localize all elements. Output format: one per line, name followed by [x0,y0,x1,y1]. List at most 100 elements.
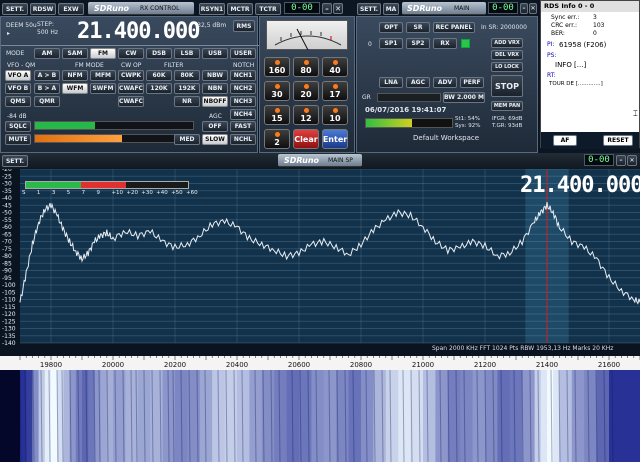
enter-button[interactable]: Enter [322,129,348,149]
ma-button[interactable]: MA [383,3,399,15]
mode-am[interactable]: AM [34,48,60,59]
nch4-button[interactable]: NCH4 [230,109,256,120]
nch1-button[interactable]: NCH1 [230,70,256,81]
spectrum-area[interactable]: -20 -25 -30 -35 -40 -45 -50 -55 -60 -65 -70 -75 -80-… [0,169,640,356]
opt-button[interactable]: OPT [379,22,403,33]
agc-med-button[interactable]: MED [174,134,200,145]
exw-button[interactable]: EXW [58,3,84,15]
sett-button[interactable]: SETT. [2,3,28,15]
mctr-button[interactable]: MCTR [227,3,253,15]
key-6[interactable]: 17 [322,81,348,101]
key-4[interactable]: 30 [264,81,290,101]
main-titlebar[interactable]: SDRuno MAIN [402,2,486,15]
nfm-button[interactable]: NFM [62,70,88,81]
lo-lock-button[interactable]: LO LOCK [491,62,523,72]
mute-button[interactable]: MUTE [5,134,31,145]
rsyn1-button[interactable]: RSYN1 [199,3,225,15]
agc-off-button[interactable]: OFF [202,121,228,132]
tctr-button[interactable]: TCTR [255,3,281,15]
adv-button[interactable]: ADV [433,77,457,88]
main-sett-button[interactable]: SETT. [357,3,381,15]
main-sp-titlebar[interactable]: SDRuno MAIN SP [278,154,362,167]
mode-usb[interactable]: USB [202,48,228,59]
reset-button[interactable]: RESET [603,135,633,146]
vfo-a-button[interactable]: VFO A [5,70,31,81]
lna-button[interactable]: LNA [379,77,403,88]
perf-button[interactable]: PERF [460,77,484,88]
agc-fast-button[interactable]: FAST [230,121,256,132]
main-minimize-button[interactable]: – [520,3,528,14]
sp2-button[interactable]: SP2 [406,38,430,49]
key-5[interactable]: 20 [293,81,319,101]
sr-button[interactable]: SR [406,22,430,33]
a-to-b-button[interactable]: A > B [34,70,60,81]
key-9[interactable]: 40 [322,57,348,77]
waterfall-svg[interactable] [0,370,640,462]
mem-pan-button[interactable]: MEM PAN [491,101,523,111]
mode-user[interactable]: USER [230,48,256,59]
rx-frequency[interactable]: 21.400.000 [77,19,200,47]
nch2-button[interactable]: NCH2 [230,83,256,94]
rds-titlebar[interactable]: RDS Info 0 - 0 [541,1,639,12]
cwafc2-button[interactable]: CWAFC [118,96,144,107]
filter-60k-button[interactable]: 60K [146,70,172,81]
sp-close-icon[interactable]: ✕ [627,155,637,166]
b-to-a-button[interactable]: B > A [34,83,60,94]
add-vrx-button[interactable]: ADD VRX [491,38,523,48]
qmr-button[interactable]: QMR [34,96,60,107]
key-0[interactable]: 2 [264,129,290,149]
rms-button[interactable]: RMS [233,20,255,32]
waterfall[interactable] [0,370,640,462]
squelch-slider[interactable] [34,121,194,130]
rec-panel-button[interactable]: REC PANEL [433,22,475,33]
clear-button[interactable]: Clear [293,129,319,149]
cwpk-button[interactable]: CWPK [118,70,144,81]
key-3[interactable]: 10 [322,105,348,125]
sp-sett-button[interactable]: SETT. [2,155,28,167]
nboff-button[interactable]: NBOFF [202,96,228,107]
minimize-button[interactable]: – [322,3,332,14]
filter-192k-button[interactable]: 192K [174,83,200,94]
step-value[interactable]: 500 Hz [37,29,58,36]
wfm-button[interactable]: WFM [62,83,88,94]
sp-minimize-button[interactable]: – [616,155,626,166]
rx-control-titlebar[interactable]: SDRuno RX CONTROL [88,2,194,15]
mfm-button[interactable]: MFM [90,70,116,81]
nr-button[interactable]: NR [174,96,200,107]
key-2[interactable]: 12 [293,105,319,125]
nch3-button[interactable]: NCH3 [230,96,256,107]
filter-80k-button[interactable]: 80K [174,70,200,81]
vfo-b-button[interactable]: VFO B [5,83,31,94]
cwafc-button[interactable]: CWAFC [118,83,144,94]
mode-cw[interactable]: CW [118,48,144,59]
filter-120k-button[interactable]: 120K [146,83,172,94]
sqlc-button[interactable]: SQLC [5,121,31,132]
bw-button[interactable]: BW 2.000 M [443,92,485,103]
mode-fm[interactable]: FM [90,48,116,59]
agc-button[interactable]: AGC [406,77,430,88]
rdsw-button[interactable]: RDSW [30,3,56,15]
mode-sam[interactable]: SAM [62,48,88,59]
qms-button[interactable]: QMS [5,96,31,107]
s-meter-mark: 9 [96,190,101,196]
del-vrx-button[interactable]: DEL VRX [491,50,523,60]
rx-button[interactable]: RX [433,38,457,49]
nbn-button[interactable]: NBN [202,83,228,94]
key-7[interactable]: 160 [264,57,290,77]
swfm-button[interactable]: SWFM [90,83,116,94]
mode-dsb[interactable]: DSB [146,48,172,59]
main-close-icon[interactable]: ✕ [529,3,537,14]
key-8[interactable]: 80 [293,57,319,77]
af-button[interactable]: AF [553,135,577,146]
spectrum-frequency[interactable]: 21.400.000 [520,173,640,199]
nbw-button[interactable]: NBW [202,70,228,81]
key-1[interactable]: 15 [264,105,290,125]
mode-lsb[interactable]: LSB [174,48,200,59]
close-icon[interactable]: ✕ [333,3,343,14]
volume-slider[interactable] [34,134,194,143]
gr-slider[interactable] [377,93,441,102]
stop-button[interactable]: STOP [491,75,523,97]
nchl-button[interactable]: NCHL [230,134,256,145]
sp1-button[interactable]: SP1 [379,38,403,49]
agc-slow-button[interactable]: SLOW [202,134,228,145]
